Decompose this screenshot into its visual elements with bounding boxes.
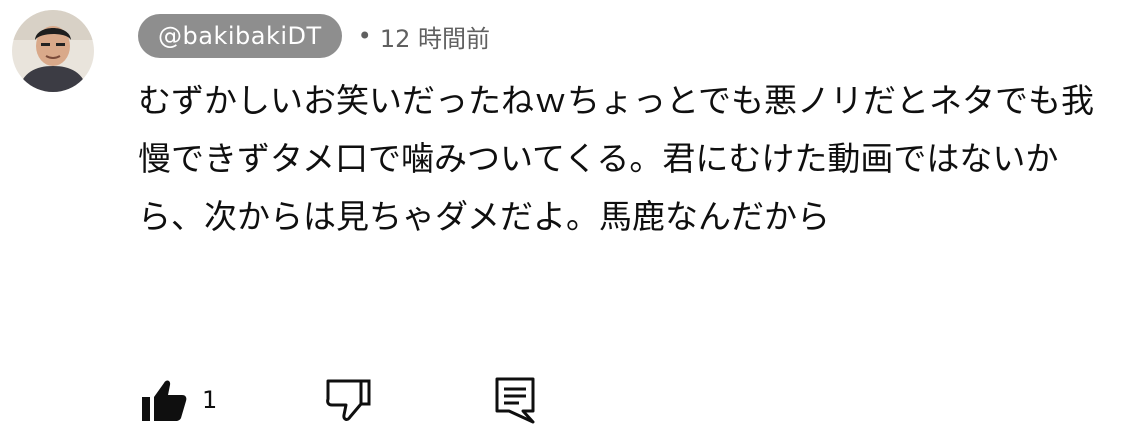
separator-dot: • [357, 22, 372, 50]
thumb-up-filled-icon [140, 377, 188, 423]
avatar-image [12, 10, 94, 92]
author-name-chip[interactable]: @bakibakiDT [138, 14, 342, 58]
comment-timestamp[interactable]: 12 時間前 [380, 19, 490, 54]
avatar[interactable] [12, 10, 94, 92]
comment-header: @bakibakiDT • 12 時間前 [138, 14, 490, 58]
comment-actions: 1 [140, 372, 537, 428]
like-count: 1 [202, 386, 218, 414]
reply-button[interactable] [493, 375, 537, 425]
comment-reply-icon [493, 375, 537, 425]
dislike-button[interactable] [325, 377, 373, 423]
comment-text: むずかしいお笑いだったねｗちょっとでも悪ノリだとネタでも我慢できずタメ口で噛みつ… [138, 81, 1095, 236]
thumb-down-outline-icon [325, 377, 373, 423]
like-button[interactable]: 1 [140, 377, 325, 423]
